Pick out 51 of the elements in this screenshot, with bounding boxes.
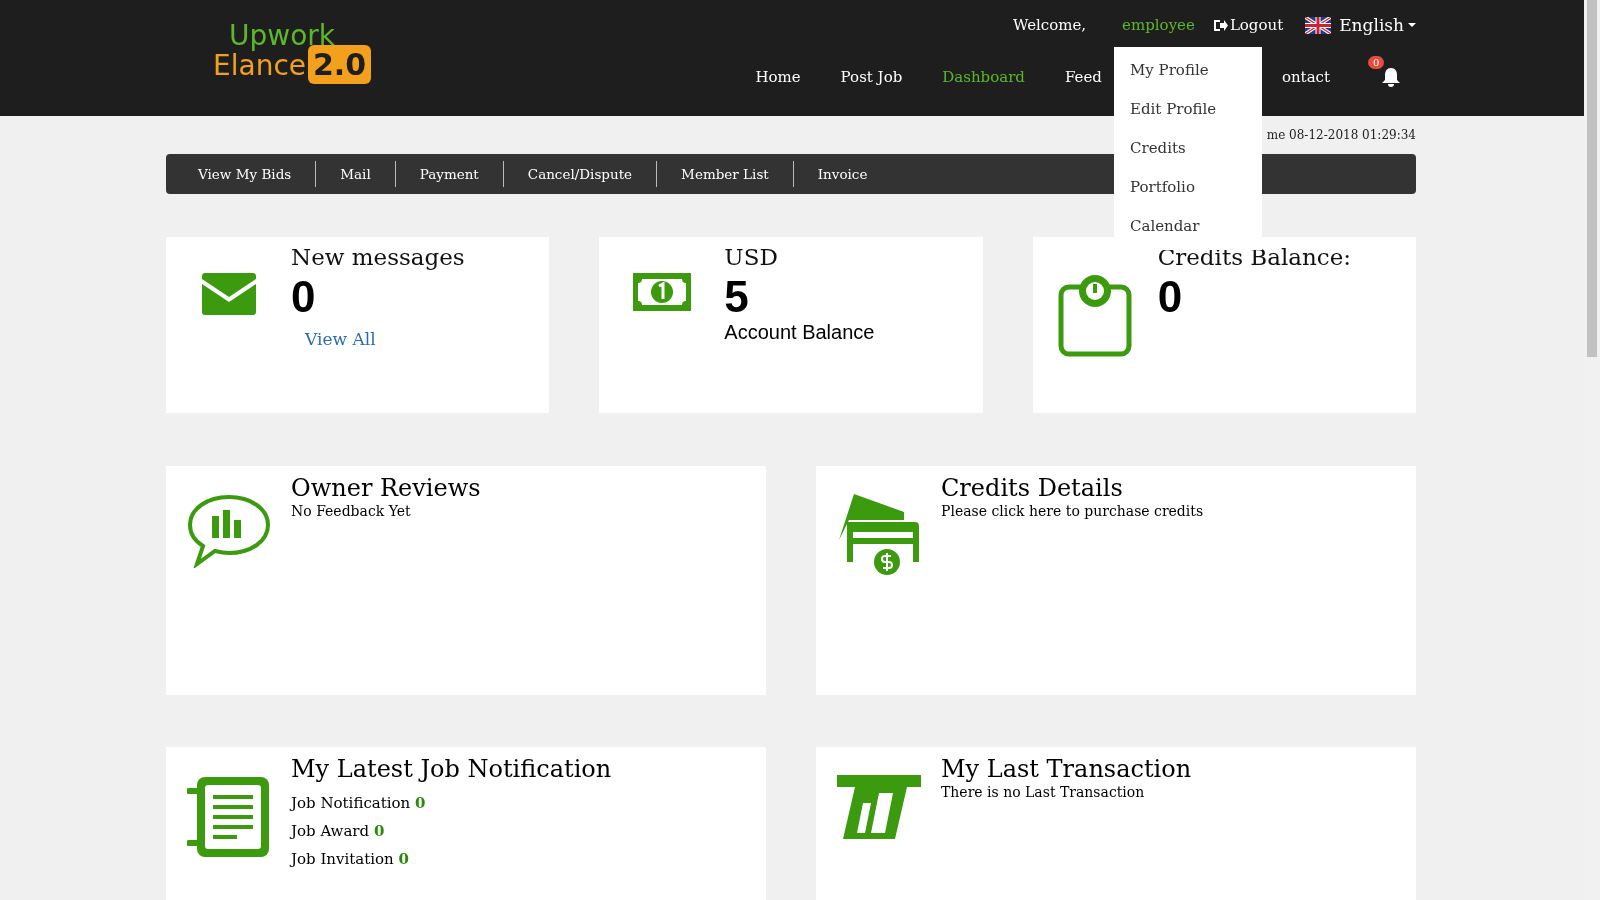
card-slot-icon: [836, 775, 921, 839]
scale-icon: [1058, 273, 1133, 357]
banknote-icon: [632, 273, 691, 311]
panel-title: My Last Transaction: [941, 755, 1192, 784]
panel-title: My Latest Job Notification: [291, 755, 612, 784]
subnav-link[interactable]: Payment: [395, 161, 504, 187]
subnav-link[interactable]: Invoice: [793, 161, 892, 187]
nav-link[interactable]: Dashboard: [942, 68, 1025, 86]
notebook-icon: [186, 775, 271, 859]
stat-line: Job Award 0: [291, 821, 385, 840]
menu-item[interactable]: Edit Profile: [1114, 90, 1262, 129]
subnav-link[interactable]: Cancel/Dispute: [503, 161, 658, 187]
stat-line: Job Invitation 0: [291, 849, 409, 868]
welcome-text: Welcome,: [1012, 16, 1087, 34]
card-caption: Account Balance: [724, 321, 875, 345]
nav-link[interactable]: Feed: [1064, 68, 1102, 86]
panel-text: No Feedback Yet: [291, 502, 411, 519]
nav-link[interactable]: Post Job: [840, 68, 903, 86]
last-login-text: me 08-12-2018 01:29:34: [1266, 128, 1416, 142]
logout-link[interactable]: Logout: [1212, 16, 1284, 34]
card-title: USD: [724, 243, 778, 272]
notification-badge: 0: [1368, 56, 1385, 69]
language-dropdown[interactable]: English: [1305, 15, 1416, 35]
flag-icon: [1305, 16, 1332, 34]
menu-item[interactable]: Calendar: [1114, 207, 1262, 246]
nav-link[interactable]: Home: [755, 68, 801, 86]
menu-item[interactable]: My Profile: [1114, 51, 1262, 90]
card-title: Credits Balance:: [1157, 243, 1352, 272]
card-title: New messages: [291, 243, 465, 272]
nav-link[interactable]: ontact: [1281, 68, 1330, 86]
bell-icon[interactable]: [1380, 66, 1402, 88]
subnav-link[interactable]: View My Bids: [174, 161, 317, 187]
subnav-link[interactable]: Mail: [316, 161, 396, 187]
chat-bubble-chart-icon: [186, 494, 271, 568]
panel-text: There is no Last Transaction: [941, 783, 1145, 800]
panel-text: Please click here to purchase credits: [941, 502, 1204, 519]
subnav-link[interactable]: Member List: [657, 161, 794, 187]
logout-icon: [1212, 18, 1228, 32]
envelope-icon: [201, 273, 256, 315]
panel-title: Credits Details: [941, 474, 1123, 503]
menu-item[interactable]: Portfolio: [1114, 168, 1262, 207]
card-value: 0: [291, 272, 316, 322]
logo[interactable]: Upwork Elance 2.0: [213, 0, 372, 104]
view-all-link[interactable]: View All: [305, 329, 376, 350]
menu-item[interactable]: Credits: [1114, 129, 1262, 168]
card-value: 0: [1157, 272, 1183, 322]
stat-line: Job Notification 0: [291, 793, 426, 812]
card-value: 5: [724, 272, 749, 322]
panel-title: Owner Reviews: [291, 474, 481, 503]
username-link[interactable]: employee: [1122, 16, 1195, 34]
card-payment-icon: [838, 494, 919, 576]
